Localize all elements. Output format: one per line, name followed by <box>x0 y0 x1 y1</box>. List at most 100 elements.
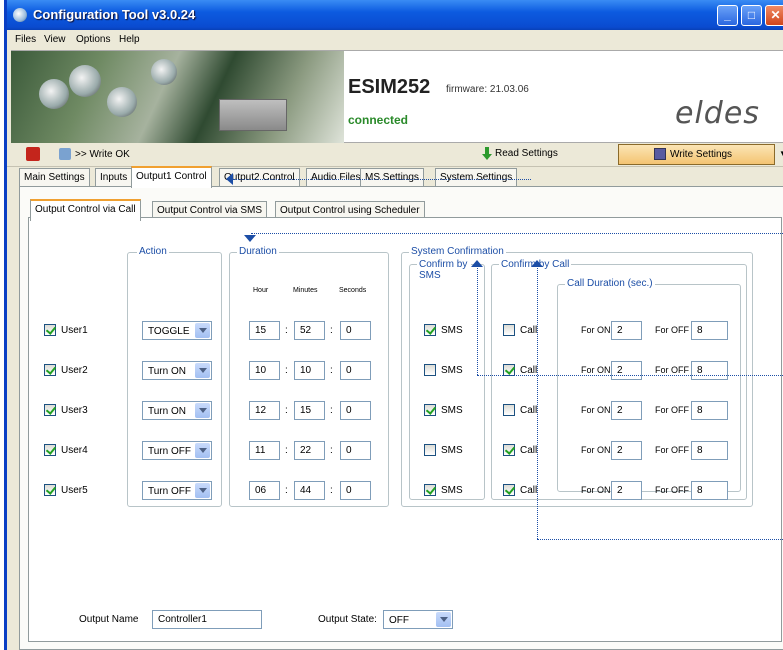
call-confirm-checkbox[interactable] <box>503 404 515 416</box>
seconds-header: Seconds <box>339 287 367 294</box>
minimize-button[interactable]: _ <box>717 5 738 26</box>
write-settings-button[interactable]: Write Settings <box>618 144 775 165</box>
capacitor-image <box>151 59 177 85</box>
output-name-label: Output Name <box>79 614 139 625</box>
action-select[interactable]: Turn ON <box>142 361 212 380</box>
hour-input[interactable]: 11 <box>249 441 280 460</box>
user-enable-checkbox[interactable] <box>44 404 56 416</box>
call-off-duration-input[interactable]: 8 <box>691 441 728 460</box>
for-off-label: For OFF <box>655 325 689 335</box>
time-separator: : <box>330 445 333 456</box>
output-state-select[interactable]: OFF <box>383 610 453 629</box>
minutes-input[interactable]: 52 <box>294 321 325 340</box>
call-off-duration-input[interactable]: 8 <box>691 321 728 340</box>
menu-files[interactable]: Files <box>15 34 36 45</box>
call-off-duration-input[interactable]: 8 <box>691 401 728 420</box>
for-on-label: For ON <box>581 365 611 375</box>
tab-system-settings[interactable]: System Settings <box>435 168 518 187</box>
time-separator: : <box>330 485 333 496</box>
menu-view[interactable]: View <box>44 34 66 45</box>
tab-ms-settings[interactable]: MS Settings <box>360 168 424 187</box>
action-select[interactable]: Turn OFF <box>142 481 212 500</box>
title-bar: Configuration Tool v3.0.24 _ □ ✕ <box>7 0 783 30</box>
hour-input[interactable]: 12 <box>249 401 280 420</box>
product-name: ESIM252 <box>348 76 431 98</box>
seconds-input[interactable]: 0 <box>340 481 371 500</box>
call-off-duration-input[interactable]: 8 <box>691 481 728 500</box>
tab-audio-files[interactable]: Audio Files <box>306 168 366 187</box>
arrow-up-icon <box>471 260 483 267</box>
tab-output1-control[interactable]: Output1 Control <box>131 166 212 188</box>
write-status: >> Write OK <box>75 149 130 160</box>
sms-confirm-checkbox[interactable] <box>424 444 436 456</box>
for-off-label: For OFF <box>655 445 689 455</box>
tab-inputs[interactable]: Inputs <box>95 168 133 187</box>
time-separator: : <box>285 325 288 336</box>
call-confirm-checkbox[interactable] <box>503 324 515 336</box>
minutes-input[interactable]: 15 <box>294 401 325 420</box>
sms-confirm-checkbox[interactable] <box>424 404 436 416</box>
time-separator: : <box>330 325 333 336</box>
menu-help[interactable]: Help <box>119 34 140 45</box>
call-on-duration-input[interactable]: 2 <box>611 361 642 380</box>
seconds-input[interactable]: 0 <box>340 401 371 420</box>
sms-confirm-checkbox[interactable] <box>424 484 436 496</box>
sms-confirm-checkbox[interactable] <box>424 364 436 376</box>
user-enable-checkbox[interactable] <box>44 484 56 496</box>
call-off-duration-input[interactable]: 8 <box>691 361 728 380</box>
user-name-label: User4 <box>61 445 88 456</box>
call-confirm-checkbox[interactable] <box>503 444 515 456</box>
user-enable-checkbox[interactable] <box>44 324 56 336</box>
read-settings-button[interactable]: Read Settings <box>479 145 589 164</box>
chevron-down-icon <box>195 363 210 378</box>
action-select[interactable]: Turn ON <box>142 401 212 420</box>
output-name-input[interactable]: Controller1 <box>152 610 262 629</box>
user-enable-checkbox[interactable] <box>44 364 56 376</box>
call-on-duration-input[interactable]: 2 <box>611 321 642 340</box>
hour-input[interactable]: 06 <box>249 481 280 500</box>
maximize-button[interactable]: □ <box>741 5 762 26</box>
action-select[interactable]: TOGGLE <box>142 321 212 340</box>
exit-icon[interactable] <box>26 147 40 161</box>
call-on-duration-input[interactable]: 2 <box>611 401 642 420</box>
write-icon <box>654 148 666 160</box>
minutes-input[interactable]: 22 <box>294 441 325 460</box>
sms-confirm-checkbox[interactable] <box>424 324 436 336</box>
action-value: Turn ON <box>148 366 186 377</box>
action-select[interactable]: Turn OFF <box>142 441 212 460</box>
time-separator: : <box>285 485 288 496</box>
call-confirm-checkbox[interactable] <box>503 484 515 496</box>
time-separator: : <box>285 405 288 416</box>
sms-label: SMS <box>441 405 463 416</box>
tab-control-via-call[interactable]: Output Control via Call <box>30 199 141 221</box>
callout-guide-call <box>537 263 538 539</box>
tab-main-settings[interactable]: Main Settings <box>19 168 90 187</box>
minutes-input[interactable]: 44 <box>294 481 325 500</box>
arrow-left-icon <box>226 173 233 185</box>
chevron-down-icon <box>436 612 451 627</box>
user-name-label: User1 <box>61 325 88 336</box>
call-on-duration-input[interactable]: 2 <box>611 481 642 500</box>
time-separator: : <box>330 405 333 416</box>
circuit-board-image <box>11 51 344 144</box>
action-value: Turn OFF <box>148 486 191 497</box>
for-off-label: For OFF <box>655 365 689 375</box>
seconds-input[interactable]: 0 <box>340 361 371 380</box>
hour-input[interactable]: 15 <box>249 321 280 340</box>
confirm-sms-label: Confirm by SMS <box>417 259 471 281</box>
connection-status: connected <box>348 113 409 127</box>
firmware-version: firmware: 21.03.06 <box>446 84 529 95</box>
minutes-input[interactable]: 10 <box>294 361 325 380</box>
call-duration-group <box>557 284 741 492</box>
confirm-sms-group <box>409 264 485 500</box>
seconds-input[interactable]: 0 <box>340 321 371 340</box>
hour-input[interactable]: 10 <box>249 361 280 380</box>
call-on-duration-input[interactable]: 2 <box>611 441 642 460</box>
call-control-subpanel: Action Duration System Confirmation Conf… <box>28 217 783 642</box>
sms-label: SMS <box>441 365 463 376</box>
menu-options[interactable]: Options <box>76 34 110 45</box>
user-enable-checkbox[interactable] <box>44 444 56 456</box>
toolbar-overflow-icon[interactable]: ▼ <box>779 149 783 158</box>
seconds-input[interactable]: 0 <box>340 441 371 460</box>
close-button[interactable]: ✕ <box>765 5 783 26</box>
